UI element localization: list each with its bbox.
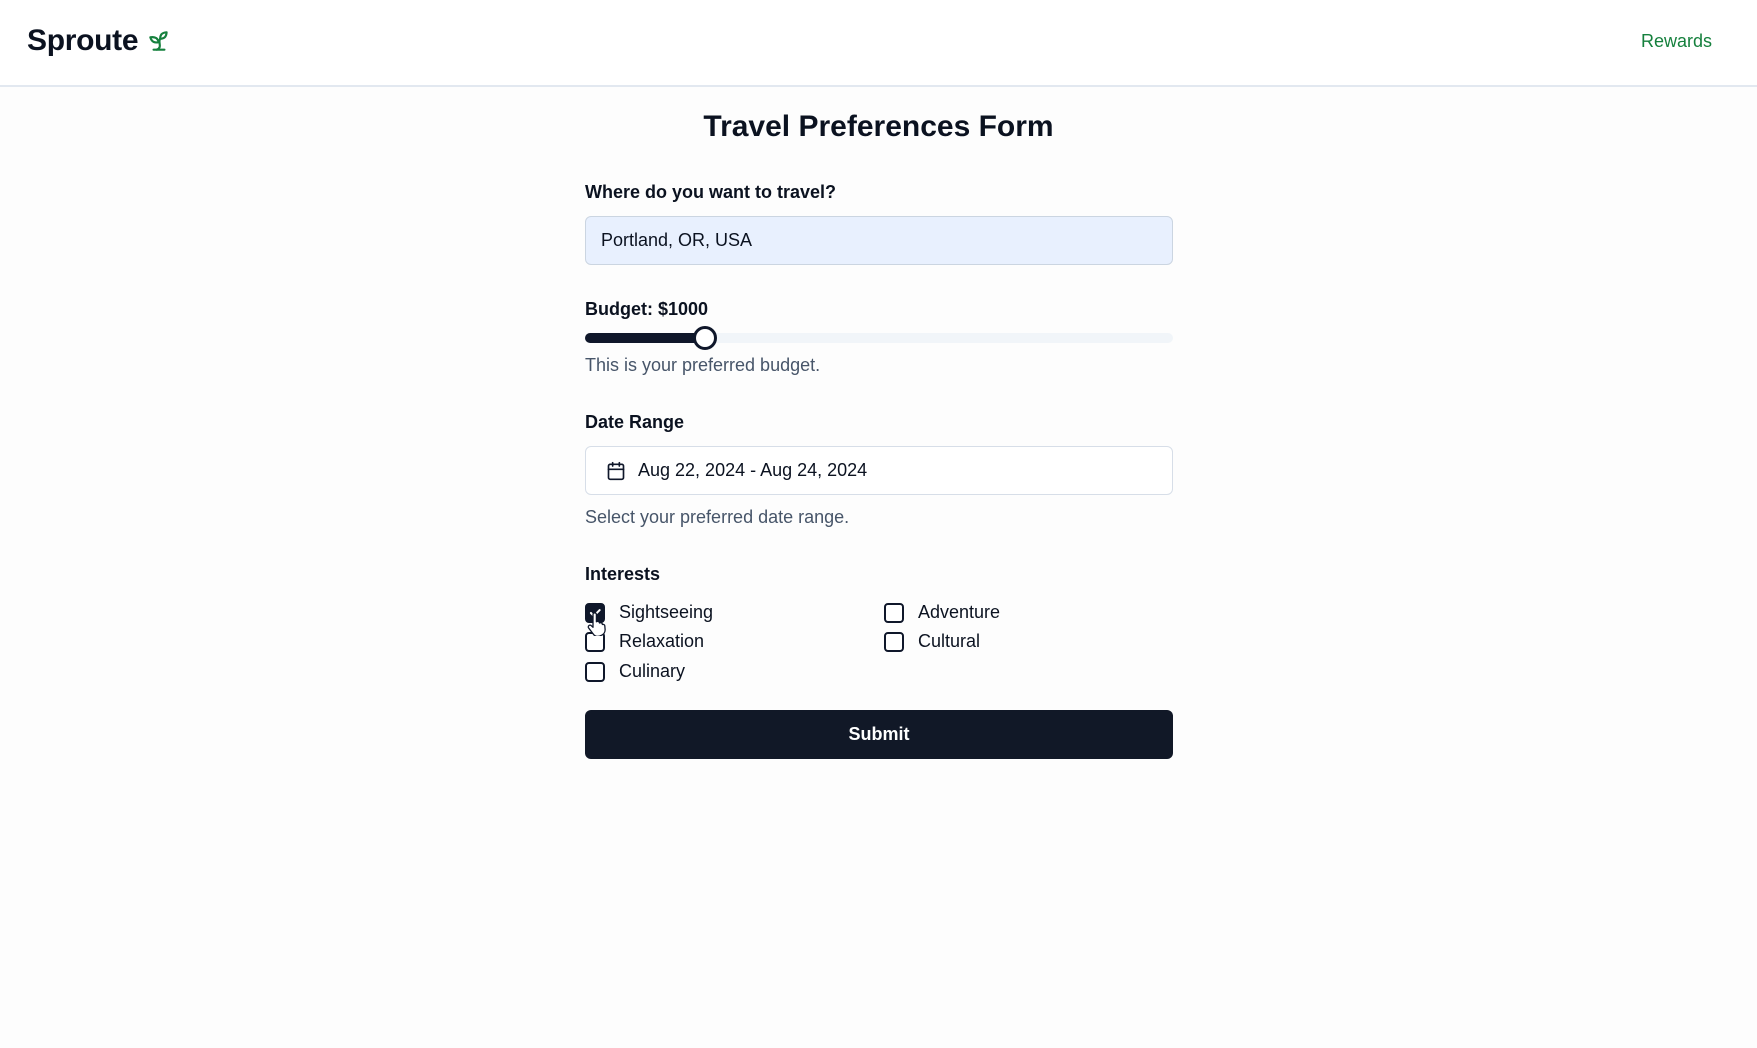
destination-label: Where do you want to travel? xyxy=(585,182,837,202)
budget-label: Budget: $1000 xyxy=(585,299,709,319)
interest-option-culinary[interactable]: Culinary xyxy=(585,661,685,682)
interests-label: Interests xyxy=(585,564,661,584)
budget-helper-text: This is your preferred budget. xyxy=(585,355,821,375)
sprout-icon xyxy=(146,28,172,54)
date-range-label: Date Range xyxy=(585,412,685,432)
culinary-checkbox[interactable] xyxy=(585,661,605,682)
submit-button[interactable]: Submit xyxy=(585,710,1173,759)
calendar-icon xyxy=(606,461,626,481)
page-title: Travel Preferences Form xyxy=(703,110,1054,143)
cultural-checkbox[interactable] xyxy=(884,631,904,652)
brand-logo[interactable]: Sproute xyxy=(27,24,172,58)
budget-slider-fill xyxy=(585,333,705,343)
relaxation-label: Relaxation xyxy=(619,631,705,651)
budget-slider-track[interactable] xyxy=(585,326,1173,350)
date-range-value: Aug 22, 2024 - Aug 24, 2024 xyxy=(638,460,868,480)
interest-option-adventure[interactable]: Adventure xyxy=(884,602,1000,623)
top-navbar: Sproute Rewards xyxy=(0,0,1757,87)
sightseeing-label: Sightseeing xyxy=(619,602,714,622)
adventure-label: Adventure xyxy=(918,602,1001,622)
adventure-checkbox[interactable] xyxy=(884,602,904,623)
pointer-cursor-icon xyxy=(586,612,608,638)
culinary-label: Culinary xyxy=(619,661,686,681)
brand-name: Sproute xyxy=(27,24,139,57)
interest-option-cultural[interactable]: Cultural xyxy=(884,631,980,652)
destination-input[interactable] xyxy=(585,216,1173,265)
date-range-helper-text: Select your preferred date range. xyxy=(585,507,850,527)
budget-slider-thumb[interactable] xyxy=(693,326,717,350)
nav-link-rewards[interactable]: Rewards xyxy=(1641,31,1712,52)
date-range-picker[interactable]: Aug 22, 2024 - Aug 24, 2024 xyxy=(585,446,1173,495)
cultural-label: Cultural xyxy=(918,631,981,651)
